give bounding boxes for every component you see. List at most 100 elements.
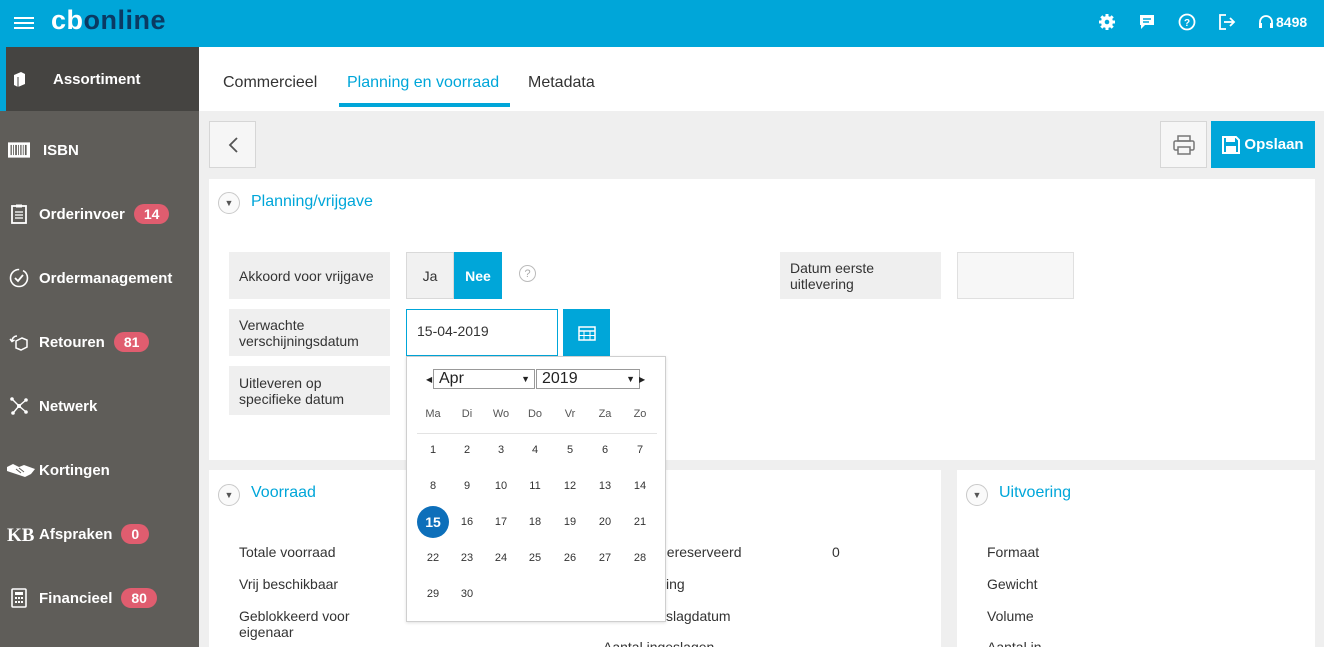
calendar-day[interactable]: 20 [589, 506, 621, 538]
calendar-day[interactable]: 22 [417, 542, 449, 574]
tab-planning-en-voorraad[interactable]: Planning en voorraad [347, 74, 499, 92]
calendar-day[interactable]: 10 [485, 470, 517, 502]
chat-icon[interactable] [1137, 12, 1157, 32]
sidebar-item-label: Financieel [39, 589, 113, 607]
aantal-in-label: Aantal in [987, 639, 1042, 647]
headset-icon[interactable] [1256, 12, 1276, 32]
datum-eerste-input[interactable] [957, 252, 1074, 299]
calendar-day[interactable]: 1 [417, 434, 449, 466]
sidebar-item-assortiment[interactable]: Assortiment [0, 47, 199, 111]
back-button[interactable] [209, 121, 256, 168]
calendar-day[interactable]: 23 [451, 542, 483, 574]
books-icon [8, 68, 30, 90]
weekday-header: Do [527, 408, 543, 420]
fragment-slagdatum: slagdatum [666, 608, 731, 624]
planning-title: Planning/vrijgave [251, 193, 373, 210]
calendar-day[interactable]: 6 [589, 434, 621, 466]
volume-label: Volume [987, 608, 1034, 624]
planning-collapse-button[interactable]: ▼ [218, 192, 240, 214]
verwachte-date-input[interactable]: 15-04-2019 [406, 309, 558, 356]
sidebar-item-financieel[interactable]: Financieel 80 [0, 566, 199, 630]
help-icon[interactable]: ? [1177, 12, 1197, 32]
uitvoering-title: Uitvoering [999, 484, 1072, 501]
calendar-day[interactable]: 15 [417, 506, 449, 538]
weekday-header: Vr [564, 408, 576, 420]
gewicht-label: Gewicht [987, 576, 1038, 592]
calendar-day[interactable]: 9 [451, 470, 483, 502]
help-icon[interactable]: ? [519, 265, 536, 282]
next-month-icon[interactable]: ▶ [639, 375, 645, 384]
save-button[interactable]: Opslaan [1211, 121, 1315, 168]
sidebar-item-orderinvoer[interactable]: Orderinvoer 14 [0, 182, 199, 246]
calendar-button[interactable] [563, 309, 610, 356]
calendar-day[interactable]: 21 [624, 506, 656, 538]
app-logo[interactable]: cbonline [51, 5, 166, 36]
calendar-day[interactable]: 3 [485, 434, 517, 466]
gear-icon[interactable] [1097, 12, 1117, 32]
calendar-day[interactable]: 5 [554, 434, 586, 466]
calendar-day[interactable]: 25 [519, 542, 551, 574]
sidebar-item-ordermanagement[interactable]: Ordermanagement [0, 246, 199, 310]
save-button-label: Opslaan [1244, 136, 1304, 153]
calendar-day[interactable]: 14 [624, 470, 656, 502]
sidebar-item-netwerk[interactable]: Netwerk [0, 374, 199, 438]
barcode-icon [8, 139, 30, 161]
user-number[interactable]: 8498 [1276, 14, 1307, 30]
calendar-icon [577, 325, 596, 341]
chevron-left-icon [228, 136, 238, 153]
clipboard-icon [8, 203, 30, 225]
calendar-day[interactable]: 2 [451, 434, 483, 466]
calendar-day[interactable]: 8 [417, 470, 449, 502]
calendar-day[interactable]: 4 [519, 434, 551, 466]
voorraad-title: Voorraad [251, 484, 316, 501]
sidebar-item-label: Netwerk [39, 397, 98, 415]
weekday-header: Wo [492, 408, 510, 420]
weekday-header: Za [598, 408, 612, 420]
calendar-day[interactable]: 19 [554, 506, 586, 538]
fragment-ing: ing [666, 576, 685, 592]
calendar-day[interactable]: 16 [451, 506, 483, 538]
voorraad-collapse-button[interactable]: ▼ [218, 484, 240, 506]
calendar-day[interactable]: 26 [554, 542, 586, 574]
triangle-down-icon: ▼ [224, 490, 234, 500]
datepicker-popup: ◀ Apr ▼ 2019 ▼ ▶ Ma Di Wo Do Vr Za Zo 1 2 3 4 5 6 7 8 9 10… [406, 356, 666, 622]
sidebar-item-afspraken[interactable]: KB Afspraken 0 [0, 502, 199, 566]
calendar-day[interactable]: 13 [589, 470, 621, 502]
print-button[interactable] [1160, 121, 1207, 168]
gereserveerd-label: gereserveerd [659, 544, 742, 560]
toggle-ja[interactable]: Ja [406, 252, 454, 299]
triangle-down-icon: ▼ [972, 490, 982, 500]
menu-icon[interactable] [14, 14, 34, 32]
sidebar-item-isbn[interactable]: ISBN [0, 118, 199, 182]
calendar-day[interactable]: 12 [554, 470, 586, 502]
return-box-icon [8, 331, 30, 353]
calendar-day[interactable]: 27 [589, 542, 621, 574]
check-circle-icon [8, 267, 30, 289]
calendar-day[interactable]: 28 [624, 542, 656, 574]
sidebar-item-retouren[interactable]: Retouren 81 [0, 310, 199, 374]
sidebar-item-label: Kortingen [39, 461, 110, 479]
tab-commercieel[interactable]: Commercieel [223, 74, 317, 92]
aantal-ingeslagen-label: Aantal ingeslagen [603, 639, 715, 647]
calendar-day[interactable]: 30 [451, 578, 483, 610]
uitvoering-collapse-button[interactable]: ▼ [966, 484, 988, 506]
tab-bar: Commercieel Planning en voorraad Metadat… [199, 47, 1324, 111]
logout-icon[interactable] [1217, 12, 1237, 32]
afspraken-badge: 0 [121, 524, 150, 544]
calendar-day[interactable]: 18 [519, 506, 551, 538]
calendar-day[interactable]: 17 [485, 506, 517, 538]
year-select[interactable]: 2019 ▼ [536, 369, 640, 389]
calculator-icon [8, 587, 30, 609]
sidebar-item-label: Ordermanagement [39, 269, 173, 287]
svg-text:?: ? [1184, 18, 1190, 29]
toggle-nee[interactable]: Nee [454, 252, 502, 299]
calendar-day[interactable]: 29 [417, 578, 449, 610]
tab-metadata[interactable]: Metadata [528, 74, 595, 92]
sidebar-item-kortingen[interactable]: Kortingen [0, 438, 199, 502]
prev-month-icon[interactable]: ◀ [426, 375, 432, 384]
month-select[interactable]: Apr ▼ [433, 369, 535, 389]
calendar-day[interactable]: 7 [624, 434, 656, 466]
printer-icon [1172, 134, 1195, 155]
calendar-day[interactable]: 11 [519, 470, 551, 502]
calendar-day[interactable]: 24 [485, 542, 517, 574]
